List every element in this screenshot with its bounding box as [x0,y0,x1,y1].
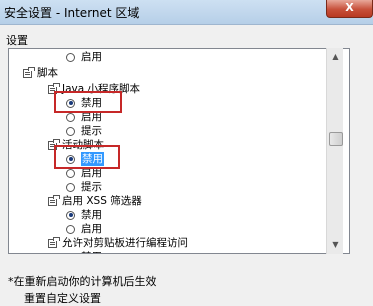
radio-button[interactable] [66,224,75,234]
category-label: 允许对剪贴板进行编程访问 [62,237,188,249]
settings-folder-icon [48,138,60,150]
reset-custom-settings-label: 重置自定义设置 [24,292,101,305]
radio-button[interactable] [66,182,75,192]
window-title: 安全设置 - Internet 区域 [4,6,140,20]
settings-folder-icon [48,194,60,206]
title-bar: 安全设置 - Internet 区域 X [0,0,373,25]
option-label: 启用 [81,51,102,63]
option-label: 禁用 [81,250,102,253]
scroll-down-arrow-icon[interactable]: ▼ [327,236,344,253]
scroll-thumb[interactable] [329,132,343,146]
settings-folder-icon [48,236,60,248]
option-label-selected: 禁用 [81,152,104,166]
restart-note: *在重新启动你的计算机后生效 [8,275,157,288]
radio-button[interactable] [66,98,75,108]
option-label: 禁用 [81,97,102,109]
option-label: 启用 [81,167,102,179]
option-label: 禁用 [81,209,102,221]
category-java-applet-scripts: Java 小程序脚本 [48,82,140,96]
vertical-scrollbar[interactable]: ▲ ▼ [326,48,343,254]
category-active-scripting: 活动脚本 [48,138,104,152]
close-icon: X [345,1,354,14]
settings-tree[interactable]: 启用 脚本 Java 小程序脚本 禁用 启用 提示 活动脚本 禁用 启用 提示 … [8,48,350,254]
category-xss-filter: 启用 XSS 筛选器 [48,194,142,208]
option-label: 提示 [81,125,102,137]
radio-button[interactable] [66,126,75,136]
settings-folder-icon [23,66,35,78]
category-scripts: 脚本 [23,66,58,80]
category-clipboard-access: 允许对剪贴板进行编程访问 [48,236,188,250]
option-label: 提示 [81,181,102,193]
option-clipboard-disable[interactable]: 禁用 [66,250,102,253]
option-label: 启用 [81,223,102,235]
option-java-prompt[interactable]: 提示 [66,124,102,138]
category-label: 脚本 [37,67,58,79]
radio-button[interactable] [66,210,75,220]
option-xss-enable[interactable]: 启用 [66,222,102,236]
option-xss-disable[interactable]: 禁用 [66,208,102,222]
radio-button[interactable] [66,154,75,164]
category-label: 启用 XSS 筛选器 [62,195,142,207]
scroll-up-arrow-icon[interactable]: ▲ [327,48,344,65]
option-java-disable[interactable]: 禁用 [66,96,102,110]
option-active-disable[interactable]: 禁用 [66,152,104,166]
close-button[interactable]: X [326,0,373,18]
option-java-enable[interactable]: 启用 [66,110,102,124]
category-label: 活动脚本 [62,139,104,151]
settings-label: 设置 [6,34,28,47]
radio-button[interactable] [66,52,75,62]
option-active-prompt[interactable]: 提示 [66,180,102,194]
radio-button[interactable] [66,252,75,253]
radio-button[interactable] [66,168,75,178]
category-label: Java 小程序脚本 [62,83,141,95]
option-label: 启用 [81,111,102,123]
option-enable-1[interactable]: 启用 [66,50,102,64]
settings-folder-icon [48,82,60,94]
radio-button[interactable] [66,112,75,122]
option-active-enable[interactable]: 启用 [66,166,102,180]
